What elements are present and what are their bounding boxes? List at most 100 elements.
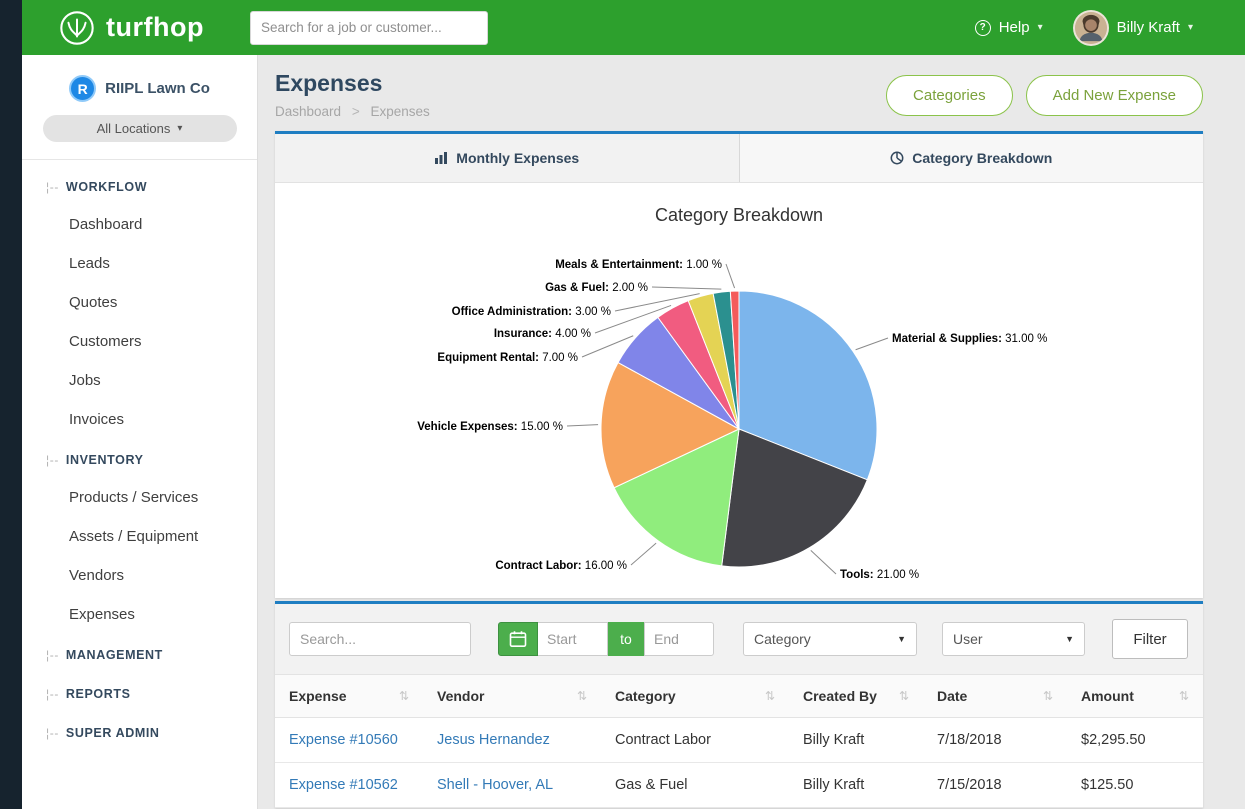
select-arrow-icon: ▼ [1065, 634, 1074, 644]
created-by-cell: Billy Kraft [789, 763, 923, 808]
expense-link[interactable]: Expense #10562 [289, 777, 398, 793]
date-to-label: to [608, 622, 644, 656]
column-header-category[interactable]: Category⇅ [601, 675, 789, 718]
sidebar-item-jobs[interactable]: Jobs [22, 361, 257, 400]
global-search-input[interactable] [250, 11, 488, 45]
calendar-button[interactable] [498, 622, 538, 656]
column-header-vendor[interactable]: Vendor⇅ [423, 675, 601, 718]
sidebar-section-label: SUPER ADMIN [66, 726, 160, 740]
pie-label-gas-fuel: Gas & Fuel: 2.00 % [545, 282, 648, 294]
brand-logo[interactable]: turfhop [58, 9, 204, 47]
amount-cell: $125.50 [1067, 763, 1203, 808]
pie-label-connector [856, 338, 888, 350]
sort-icon[interactable]: ⇅ [399, 689, 409, 703]
sidebar-item-quotes[interactable]: Quotes [22, 283, 257, 322]
bar-chart-icon [434, 151, 448, 165]
pie-label-connector [631, 543, 656, 565]
table-row: Expense #10560 Jesus Hernandez Contract La… [275, 718, 1203, 763]
pie-label-connector [567, 425, 598, 426]
filter-bar: to Category ▼ User ▼ Filter [275, 604, 1203, 674]
tab-category-breakdown[interactable]: Category Breakdown [739, 134, 1204, 182]
user-select[interactable]: User ▼ [942, 622, 1085, 656]
main-content: Expenses Dashboard > Expenses Categories… [258, 55, 1245, 809]
sort-icon[interactable]: ⇅ [765, 689, 775, 703]
pie-label-vehicle-expenses: Vehicle Expenses: 15.00 % [417, 421, 563, 433]
category-cell: Contract Labor [601, 718, 789, 763]
sidebar-section-reports[interactable]: ¦--REPORTS [22, 673, 257, 712]
table-search-input[interactable] [289, 622, 471, 656]
pie-chart-icon [890, 151, 904, 165]
sidebar-section-management[interactable]: ¦-- MANAGEMENT [22, 634, 257, 673]
breadcrumb-dashboard[interactable]: Dashboard [275, 104, 341, 119]
vendor-link[interactable]: Jesus Hernandez [437, 732, 550, 748]
help-menu[interactable]: ? Help ▾ [975, 19, 1043, 36]
column-header-expense[interactable]: Expense⇅ [275, 675, 423, 718]
tab-label: Monthly Expenses [456, 150, 579, 166]
user-menu[interactable]: Billy Kraft ▾ [1073, 10, 1193, 46]
turfhop-logo-icon [58, 9, 96, 47]
breadcrumb: Dashboard > Expenses [275, 104, 430, 119]
column-header-created-by[interactable]: Created By⇅ [789, 675, 923, 718]
vendor-cell[interactable]: Shell - Hoover, AL [423, 763, 601, 808]
help-label: Help [999, 19, 1030, 36]
sidebar-item-customers[interactable]: Customers [22, 322, 257, 361]
sort-icon[interactable]: ⇅ [577, 689, 587, 703]
filter-button[interactable]: Filter [1112, 619, 1188, 659]
pie-label-material-supplies: Material & Supplies: 31.00 % [892, 333, 1047, 345]
sidebar-item-dashboard[interactable]: Dashboard [22, 205, 257, 244]
sidebar-section-label: MANAGEMENT [66, 648, 163, 662]
expense-cell[interactable]: Expense #10562 [275, 763, 423, 808]
pie-chart: Material & Supplies: 31.00 %Tools: 21.00… [275, 183, 1203, 598]
avatar[interactable] [1073, 10, 1109, 46]
sidebar-section-workflow[interactable]: ¦--WORKFLOW [22, 166, 257, 205]
sidebar-item-products-services[interactable]: Products / Services [22, 478, 257, 517]
table-header-row: Expense⇅ Vendor⇅ Category⇅ Created By⇅ D… [275, 675, 1203, 718]
categories-button[interactable]: Categories [886, 75, 1013, 116]
expense-cell[interactable]: Expense #10560 [275, 718, 423, 763]
end-date-input[interactable] [644, 622, 714, 656]
created-by-cell: Billy Kraft [789, 718, 923, 763]
chart-card: Monthly Expenses Category Breakdown Cate… [275, 131, 1203, 598]
sidebar-item-expenses[interactable]: Expenses [22, 595, 257, 634]
select-arrow-icon: ▼ [897, 634, 906, 644]
expense-link[interactable]: Expense #10560 [289, 732, 398, 748]
pie-label-contract-labor: Contract Labor: 16.00 % [495, 560, 627, 572]
date-cell: 7/15/2018 [923, 763, 1067, 808]
tree-dash-icon: ¦-- [46, 726, 59, 740]
location-selector[interactable]: All Locations ▾ [43, 115, 237, 142]
tree-dash-icon: ¦-- [46, 648, 59, 662]
add-new-expense-button[interactable]: Add New Expense [1026, 75, 1203, 116]
expenses-table-card: to Category ▼ User ▼ Filter Expense⇅ Ve [275, 601, 1203, 808]
topbar: turfhop ? Help ▾ Billy Kraft ▾ [22, 0, 1245, 55]
company-header[interactable]: R RIIPL Lawn Co [22, 55, 257, 102]
sidebar-item-assets-equipment[interactable]: Assets / Equipment [22, 517, 257, 556]
column-header-date[interactable]: Date⇅ [923, 675, 1067, 718]
sort-icon[interactable]: ⇅ [1043, 689, 1053, 703]
vendor-cell[interactable]: Jesus Hernandez [423, 718, 601, 763]
date-range-group: to [498, 622, 714, 656]
vendor-link[interactable]: Shell - Hoover, AL [437, 777, 553, 793]
sidebar-section-label: REPORTS [66, 687, 131, 701]
tab-monthly-expenses[interactable]: Monthly Expenses [275, 134, 739, 182]
calendar-icon [509, 630, 527, 648]
user-name: Billy Kraft [1117, 19, 1180, 36]
expenses-table: Expense⇅ Vendor⇅ Category⇅ Created By⇅ D… [275, 674, 1203, 808]
sidebar-item-vendors[interactable]: Vendors [22, 556, 257, 595]
chevron-down-icon: ▾ [177, 123, 182, 134]
start-date-input[interactable] [538, 622, 608, 656]
sort-icon[interactable]: ⇅ [1179, 689, 1189, 703]
user-select-value: User [953, 631, 983, 647]
pie-label-equipment-rental: Equipment Rental: 7.00 % [437, 352, 578, 364]
sidebar-nav: ¦--WORKFLOWDashboardLeadsQuotesCustomers… [22, 160, 257, 751]
sidebar-item-leads[interactable]: Leads [22, 244, 257, 283]
category-select[interactable]: Category ▼ [743, 622, 917, 656]
sidebar-section-inventory[interactable]: ¦--INVENTORY [22, 439, 257, 478]
sort-icon[interactable]: ⇅ [899, 689, 909, 703]
chevron-down-icon: ▾ [1188, 22, 1193, 33]
sidebar-item-invoices[interactable]: Invoices [22, 400, 257, 439]
table-row: Expense #10562Shell - Hoover, ALGas & Fu… [275, 763, 1203, 808]
chevron-down-icon: ▾ [1038, 22, 1043, 33]
sidebar-section-super-admin[interactable]: ¦-- SUPER ADMIN [22, 712, 257, 751]
column-header-amount[interactable]: Amount⇅ [1067, 675, 1203, 718]
date-cell: 7/18/2018 [923, 718, 1067, 763]
